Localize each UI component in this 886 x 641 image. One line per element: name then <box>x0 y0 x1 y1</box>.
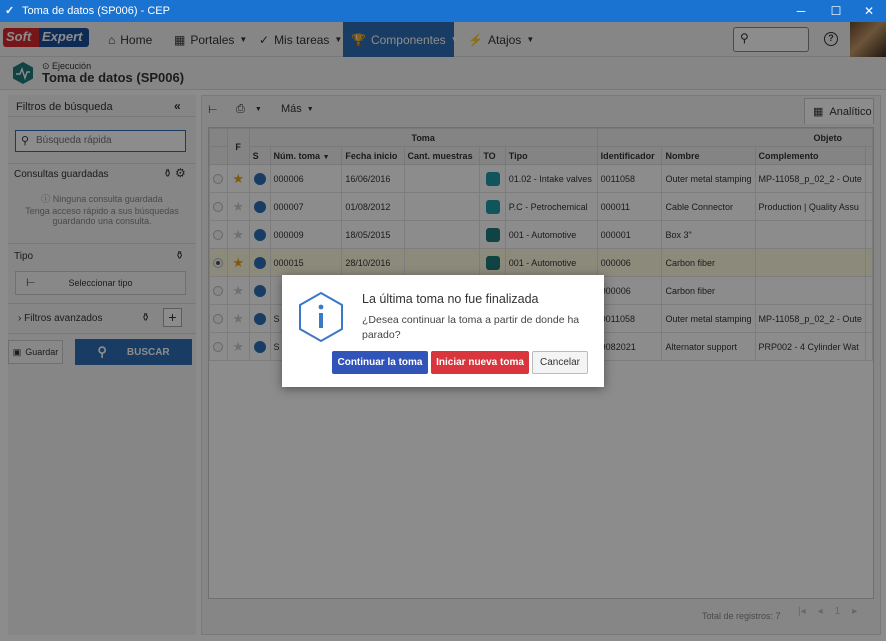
app-icon: ✓ <box>5 5 15 17</box>
dialog-message: ¿Desea continuar la toma a partir de don… <box>362 314 580 341</box>
cancel-button[interactable]: Cancelar <box>532 351 588 374</box>
start-new-sample-button[interactable]: Iniciar nueva toma <box>431 351 529 374</box>
window-titlebar: ✓ Toma de datos (SP006) - CEP ─ ☐ ✕ <box>0 0 886 22</box>
info-icon <box>299 291 343 343</box>
continue-sample-button[interactable]: Continuar la toma <box>332 351 428 374</box>
maximize-button[interactable]: ☐ <box>819 0 853 22</box>
dialog-title: La última toma no fue finalizada <box>362 292 539 306</box>
window-title: Toma de datos (SP006) - CEP <box>22 5 170 17</box>
close-button[interactable]: ✕ <box>852 0 886 22</box>
minimize-button[interactable]: ─ <box>784 0 818 22</box>
unfinished-sample-dialog: La última toma no fue finalizada ¿Desea … <box>282 275 604 387</box>
